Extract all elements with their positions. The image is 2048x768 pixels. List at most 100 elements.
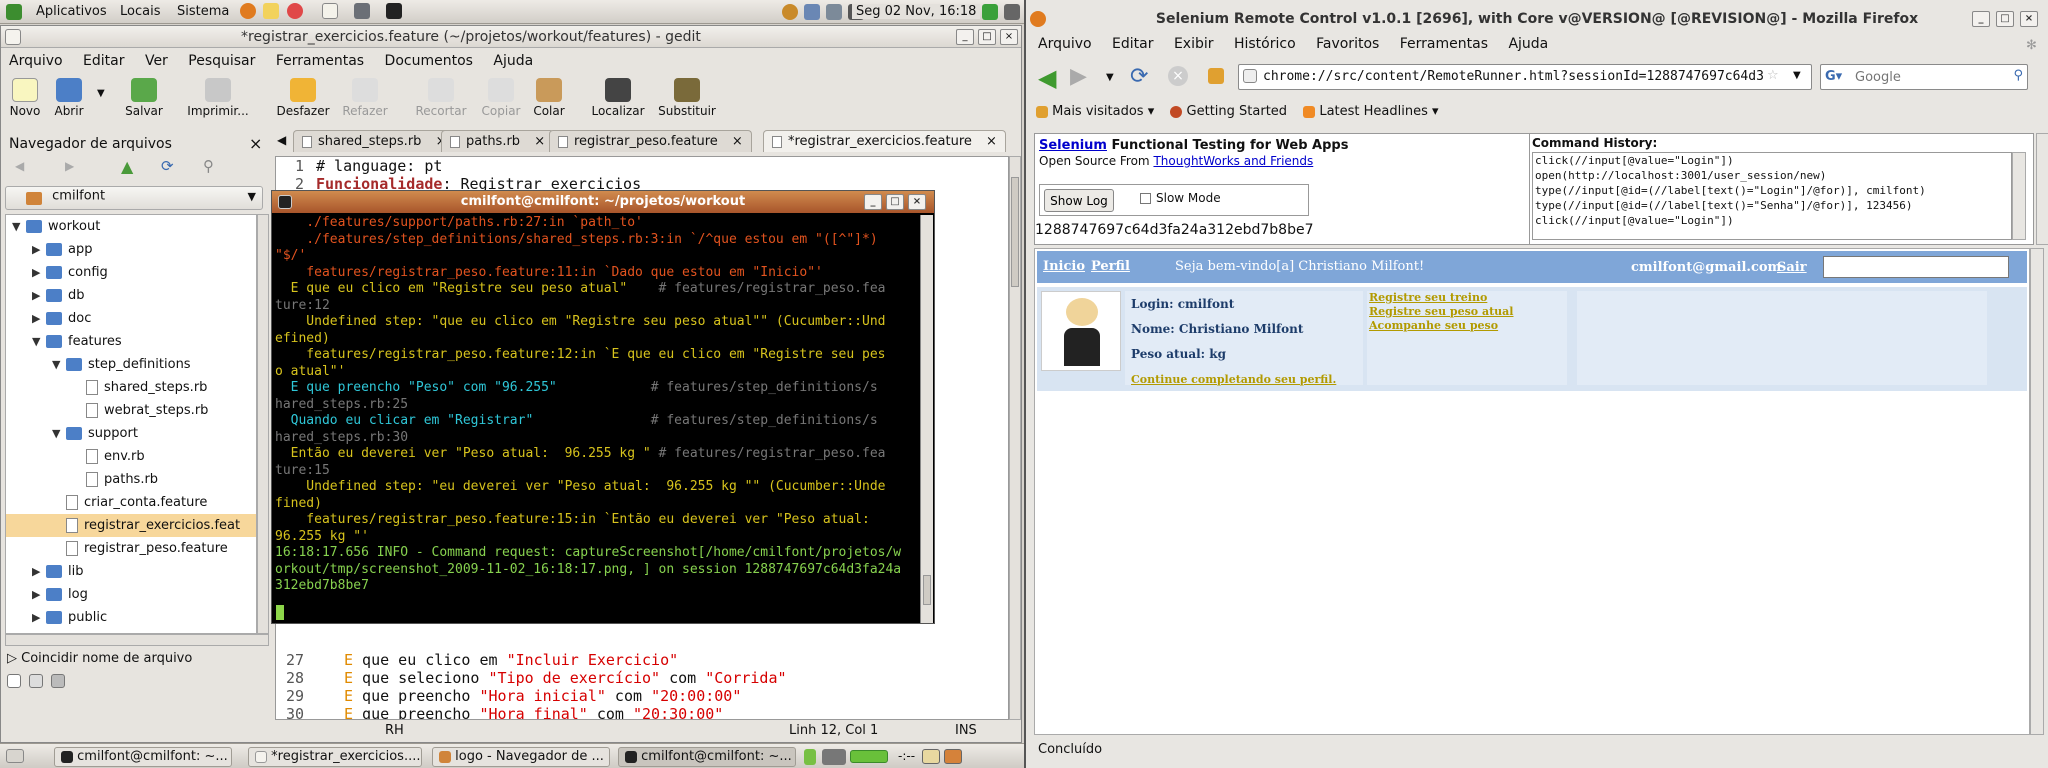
reload-icon[interactable]: ⟳ [1130,64,1148,89]
tree-folder[interactable]: ▶ app [6,238,256,261]
collapsed-arrow-icon[interactable]: ▶ [32,560,46,583]
back-icon[interactable]: ◀ [15,159,24,173]
tab-paths[interactable]: paths.rb × [441,130,555,152]
cpu-monitor-icon[interactable] [822,749,846,765]
terminal-maximize-button[interactable]: □ [886,194,904,210]
tree-folder[interactable]: ▼ features [6,330,256,353]
collapsed-arrow-icon[interactable]: ▶ [32,307,46,330]
refresh-icon[interactable]: ⟳ [161,157,174,175]
copy-button[interactable]: Copiar [473,78,529,118]
new-button[interactable]: Novo [5,78,45,118]
tree-file[interactable]: registrar_peso.feature [6,537,256,560]
view-icon-1[interactable] [7,674,21,688]
tree-file[interactable]: webrat_steps.rb [6,399,256,422]
battery-icon[interactable] [804,749,816,765]
location-combo[interactable]: cmilfont ▼ [5,186,263,210]
maximize-button[interactable]: □ [978,29,996,45]
ff-close-button[interactable]: × [2020,11,2038,27]
terminal-launcher-icon[interactable] [386,3,402,19]
ff-menu-ajuda[interactable]: Ajuda [1508,36,1548,52]
ff-menu-historico[interactable]: Histórico [1234,36,1296,52]
up-icon[interactable]: ▲ [121,157,133,176]
view-icon-2[interactable] [29,674,43,688]
firefox-launcher-icon[interactable] [240,3,256,19]
show-log-button[interactable]: Show Log [1044,189,1114,212]
undo-button[interactable]: Desfazer [271,78,335,118]
tab-close-icon[interactable]: × [534,134,545,149]
clock[interactable]: Seg 02 Nov, 16:18 [852,4,981,19]
thoughtworks-link[interactable]: ThoughtWorks and Friends [1153,154,1313,168]
nav-perfil[interactable]: Perfil [1091,259,1130,274]
paste-button[interactable]: Colar [529,78,569,118]
link-registre-treino[interactable]: Registre seu treino [1369,291,1567,305]
terminal-output[interactable]: ./features/support/paths.rb:27:in `path_… [275,215,920,615]
tree-folder[interactable]: ▶ config [6,261,256,284]
workspace-2-icon[interactable] [944,749,962,764]
editor-scrollbar[interactable] [1009,156,1021,720]
tab-close-icon[interactable]: × [732,134,743,149]
gedit-titlebar[interactable]: *registrar_exercicios.feature (~/projeto… [1,26,1021,48]
tree-folder[interactable]: ▶ log [6,583,256,606]
side-panel-close-icon[interactable]: × [249,134,262,153]
tree-folder[interactable]: ▼ workout [6,215,256,238]
forward-icon[interactable]: ▶ [65,159,74,173]
menu-aplicativos[interactable]: Aplicativos [36,4,107,19]
nav-inicio[interactable]: Inicio [1043,259,1085,274]
tree-folder[interactable]: ▼ step_definitions [6,353,256,376]
terminal-titlebar[interactable]: cmilfont@cmilfont: ~/projetos/workout _ … [272,191,934,213]
network-icon[interactable] [826,4,842,20]
terminal-scrollbar[interactable] [920,215,933,623]
terminal-minimize-button[interactable]: _ [864,194,882,210]
display-icon[interactable] [804,4,820,20]
collapsed-arrow-icon[interactable]: ▶ [32,261,46,284]
cut-button[interactable]: Recortar [409,78,473,118]
selenium-link[interactable]: Selenium [1039,138,1107,153]
menu-sistema[interactable]: Sistema [177,4,229,19]
url-bar[interactable]: chrome://src/content/RemoteRunner.html?s… [1238,64,1812,90]
terminal-close-button[interactable]: × [908,194,926,210]
menu-ferramentas[interactable]: Ferramentas [276,53,364,69]
show-desktop-icon[interactable] [6,749,24,763]
history-textarea[interactable]: click(//input[@value="Login"]) open(http:… [1532,152,2012,240]
history-dropdown-icon[interactable]: ▼ [1106,72,1114,83]
url-dropdown-icon[interactable]: ▼ [1793,70,1801,81]
open-button[interactable]: Abrir [49,78,89,118]
tree-file[interactable]: shared_steps.rb [6,376,256,399]
search-engine-icon[interactable]: G▾ [1825,69,1842,84]
tree-folder[interactable]: ▶ lib [6,560,256,583]
find-button[interactable]: Localizar [587,78,649,118]
help-launcher-icon[interactable] [287,3,303,19]
mail-launcher-icon[interactable] [263,3,279,19]
tree-hscroll[interactable] [5,634,269,646]
menu-editar[interactable]: Editar [83,53,124,69]
menu-pesquisar[interactable]: Pesquisar [188,53,255,69]
ff-minimize-button[interactable]: _ [1972,11,1990,27]
tree-folder[interactable]: ▶ public [6,606,256,629]
ff-menu-editar[interactable]: Editar [1112,36,1153,52]
header-search-input[interactable] [1823,256,2009,278]
scroll-thumb[interactable] [1011,177,1019,287]
collapsed-arrow-icon[interactable]: ▶ [32,606,46,629]
calculator-launcher-icon[interactable] [354,3,370,19]
tab-registrar-exercicios[interactable]: *registrar_exercicios.feature × [763,130,1006,152]
collapsed-arrow-icon[interactable]: ▶ [32,238,46,261]
expanded-arrow-icon[interactable]: ▼ [52,422,66,445]
history-scrollbar[interactable] [2012,152,2026,240]
tree-file[interactable]: paths.rb [6,468,256,491]
task-terminal-2[interactable]: cmilfont@cmilfont: ~... [618,747,796,767]
filter-expander[interactable]: ▷ Coincidir nome de arquivo [7,651,192,666]
link-registre-peso[interactable]: Registre seu peso atual [1369,305,1567,319]
home-icon[interactable] [1208,68,1224,84]
menu-ajuda[interactable]: Ajuda [493,53,533,69]
minimize-button[interactable]: _ [956,29,974,45]
bookmark-latest-headlines[interactable]: Latest Headlines ▾ [1303,104,1439,119]
task-gedit[interactable]: *registrar_exercicios.... [248,747,422,767]
bookmark-star-icon[interactable]: ☆ [1767,68,1779,83]
volume-icon[interactable] [1004,4,1020,20]
link-acompanhe-peso[interactable]: Acompanhe seu peso [1369,319,1567,333]
search-icon[interactable]: ⚲ [2013,68,2023,83]
tree-file[interactable]: env.rb [6,445,256,468]
ff-menu-exibir[interactable]: Exibir [1174,36,1214,52]
view-icon-3[interactable] [51,674,65,688]
tab-close-icon[interactable]: × [986,134,997,149]
